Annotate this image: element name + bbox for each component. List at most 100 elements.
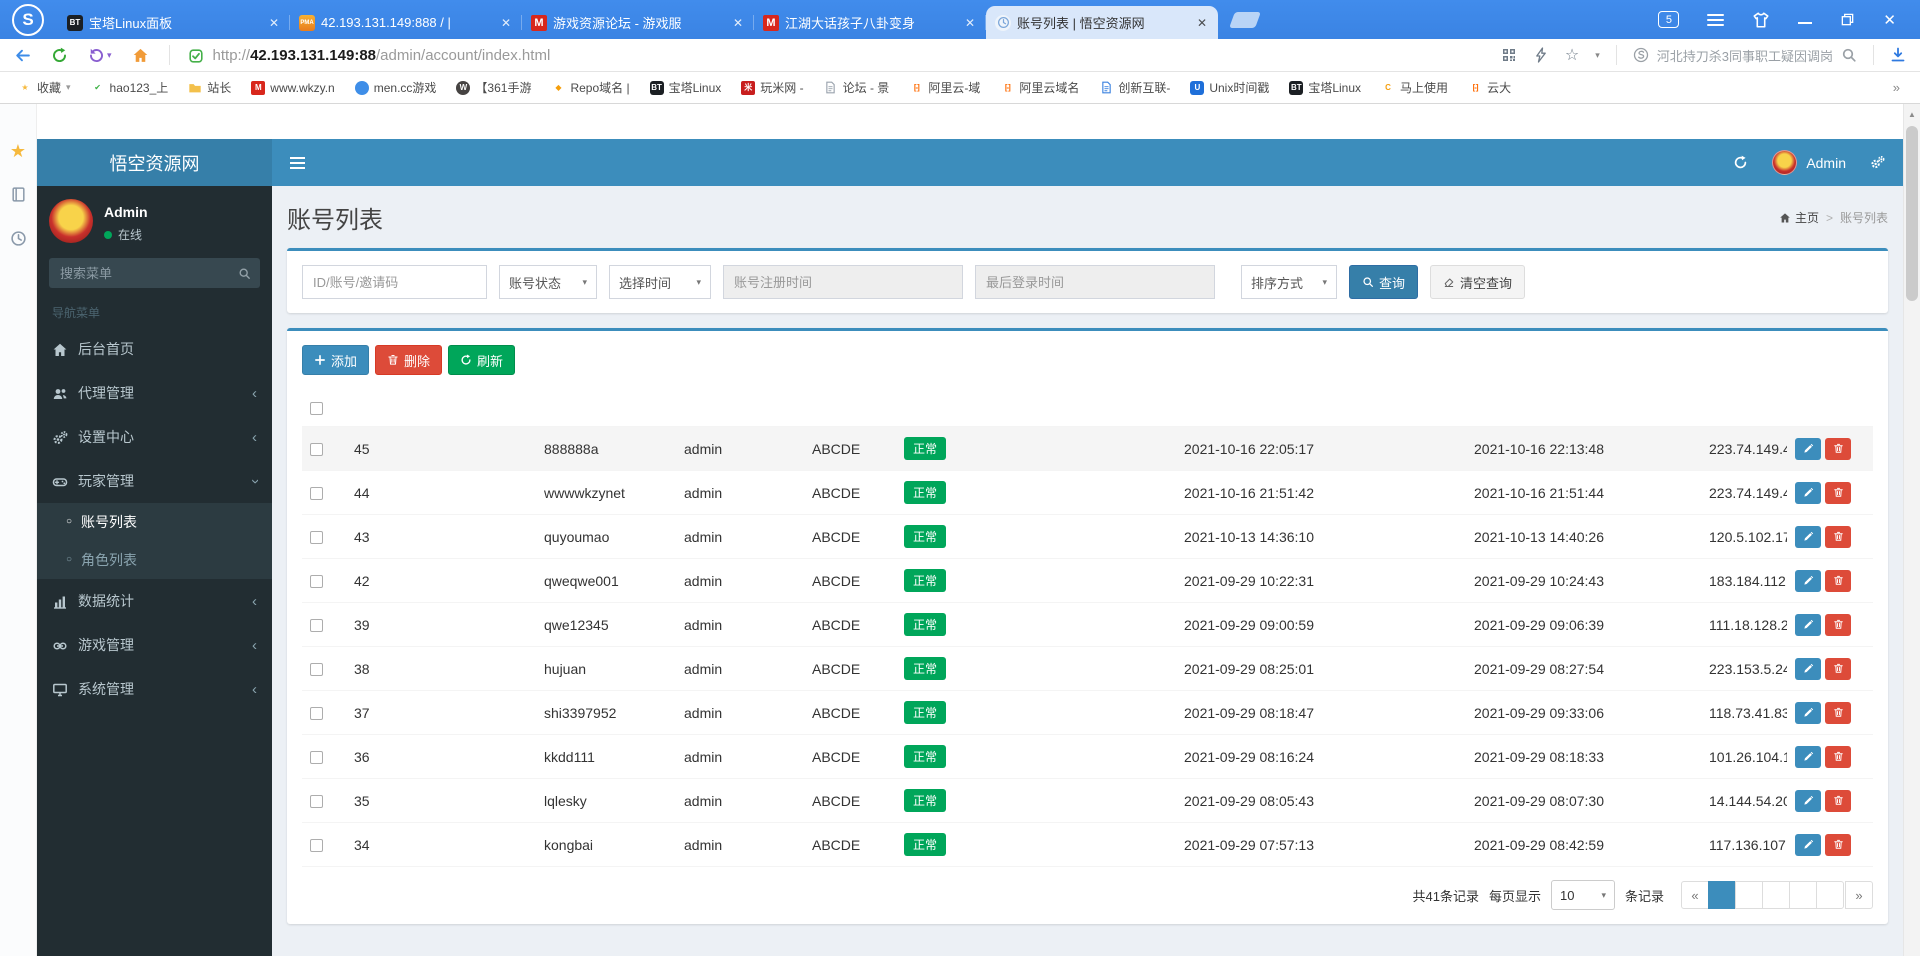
bookmark-star-icon[interactable] <box>1565 45 1579 65</box>
browser-tab[interactable]: BT 宝塔Linux面板 <box>58 6 290 39</box>
user-menu[interactable]: Admin <box>1772 150 1846 175</box>
favorites-star-icon[interactable] <box>10 142 26 160</box>
clear-query-button[interactable]: 清空查询 <box>1430 265 1525 299</box>
row-checkbox[interactable] <box>310 443 323 456</box>
bookmark-item[interactable]: men.cc游戏 <box>345 76 447 99</box>
sidebar-menu-link[interactable]: 游戏管理 <box>37 623 272 667</box>
table-row[interactable]: 45 888888a admin ABCDE 正常 2021-10-16 22:… <box>302 427 1873 471</box>
edit-button[interactable] <box>1795 746 1821 768</box>
tab-close-icon[interactable] <box>499 16 513 30</box>
vertical-scrollbar[interactable] <box>1903 104 1920 956</box>
sidebar-menu-link[interactable]: 后台首页 <box>37 327 272 371</box>
table-row[interactable]: 37 shi3397952 admin ABCDE 正常 2021-09-29 … <box>302 691 1873 735</box>
browser-menu-icon[interactable] <box>1707 14 1724 26</box>
sidebar-menu-link[interactable]: 数据统计 <box>37 579 272 623</box>
sidebar-toggle-icon[interactable] <box>272 157 323 169</box>
new-tab-button[interactable] <box>1229 12 1261 28</box>
browser-tab[interactable]: PMA 42.193.131.149:888 / | <box>290 6 522 39</box>
bookmark-item[interactable]: W 【361手游 <box>446 76 541 99</box>
sidebar-menu-item[interactable]: 游戏管理 <box>37 623 272 667</box>
qr-code-icon[interactable] <box>1501 47 1517 63</box>
back-icon[interactable] <box>14 47 31 64</box>
table-row[interactable]: 34 kongbai admin ABCDE 正常 2021-09-29 07:… <box>302 823 1873 867</box>
edit-button[interactable] <box>1795 658 1821 680</box>
bookmark-item[interactable]: [-] 云大 <box>1458 76 1521 99</box>
download-icon[interactable] <box>1890 47 1906 63</box>
refresh-icon[interactable] <box>1733 155 1748 170</box>
register-time-input[interactable] <box>723 265 963 299</box>
sidebar-menu-item[interactable]: 系统管理 <box>37 667 272 711</box>
sidebar-submenu-item[interactable]: 角色列表 <box>37 541 272 579</box>
page-button[interactable] <box>1816 881 1844 909</box>
bookmark-item[interactable]: ◆ Repo域名 | <box>541 76 639 99</box>
edit-button[interactable] <box>1795 570 1821 592</box>
restore-window-button[interactable] <box>1840 12 1855 27</box>
edit-button[interactable] <box>1795 702 1821 724</box>
gears-icon[interactable] <box>1870 155 1885 170</box>
bookmark-item[interactable]: BT 宝塔Linux <box>640 76 732 99</box>
row-checkbox[interactable] <box>310 663 323 676</box>
time-type-select[interactable]: 选择时间 <box>609 265 711 299</box>
row-checkbox[interactable] <box>310 487 323 500</box>
search-icon[interactable] <box>1841 47 1857 63</box>
sidebar-menu-link[interactable]: 玩家管理 <box>37 459 272 503</box>
search-box[interactable]: 河北持刀杀3同事职工疑因调岗 <box>1633 46 1857 65</box>
delete-button[interactable]: 删除 <box>375 345 442 375</box>
status-select[interactable]: 账号状态 <box>499 265 597 299</box>
sidebar-search-input[interactable] <box>49 258 228 288</box>
sidebar-menu-item[interactable]: 设置中心 <box>37 415 272 459</box>
row-checkbox[interactable] <box>310 795 323 808</box>
row-checkbox[interactable] <box>310 575 323 588</box>
page-button[interactable] <box>1762 881 1790 909</box>
minimize-button[interactable] <box>1798 22 1812 24</box>
row-checkbox[interactable] <box>310 839 323 852</box>
sogou-browser-logo[interactable]: S <box>12 4 44 36</box>
url-field[interactable]: http://42.193.131.149:88/admin/account/i… <box>182 46 1501 63</box>
page-button[interactable] <box>1708 881 1736 909</box>
bookmark-item[interactable]: 米 玩米网 - <box>731 76 813 99</box>
bookmark-item[interactable]: 论坛 - 景 <box>814 76 900 99</box>
table-row[interactable]: 35 lqlesky admin ABCDE 正常 2021-09-29 08:… <box>302 779 1873 823</box>
sidebar-menu-item[interactable]: 代理管理 <box>37 371 272 415</box>
bookmark-item[interactable]: ★ 收藏 <box>8 76 81 99</box>
browser-tab[interactable]: M 游戏资源论坛 - 游戏服 <box>522 6 754 39</box>
skin-tshirt-icon[interactable] <box>1752 11 1770 29</box>
tab-close-icon[interactable] <box>731 16 745 30</box>
prev-page-button[interactable]: « <box>1681 881 1709 909</box>
delete-row-button[interactable] <box>1825 614 1851 636</box>
edit-button[interactable] <box>1795 834 1821 856</box>
browser-tab[interactable]: 账号列表 | 悟空资源网 <box>986 6 1218 39</box>
download-count-badge[interactable]: 5 <box>1658 11 1679 28</box>
close-window-button[interactable] <box>1883 11 1896 29</box>
sidebar-menu-link[interactable]: 设置中心 <box>37 415 272 459</box>
bookmark-item[interactable]: BT 宝塔Linux <box>1279 76 1371 99</box>
delete-row-button[interactable] <box>1825 746 1851 768</box>
table-row[interactable]: 44 wwwwkzynet admin ABCDE 正常 2021-10-16 … <box>302 471 1873 515</box>
browser-tab[interactable]: M 江湖大话孩子八卦变身 <box>754 6 986 39</box>
row-checkbox[interactable] <box>310 707 323 720</box>
tab-close-icon[interactable] <box>267 16 281 30</box>
table-row[interactable]: 38 hujuan admin ABCDE 正常 2021-09-29 08:2… <box>302 647 1873 691</box>
app-logo[interactable]: 悟空资源网 <box>37 139 272 186</box>
table-row[interactable]: 43 quyoumao admin ABCDE 正常 2021-10-13 14… <box>302 515 1873 559</box>
bookmark-item[interactable]: 创新互联- <box>1089 76 1180 99</box>
home-icon[interactable] <box>132 47 149 64</box>
edit-button[interactable] <box>1795 482 1821 504</box>
edit-button[interactable] <box>1795 438 1821 460</box>
edit-button[interactable] <box>1795 790 1821 812</box>
search-icon[interactable] <box>228 258 260 288</box>
sort-select[interactable]: 排序方式 <box>1241 265 1337 299</box>
breadcrumb-home-link[interactable]: 主页 <box>1779 209 1819 226</box>
bookmark-item[interactable]: U Unix时间戳 <box>1180 76 1279 99</box>
sidebar-menu-link[interactable]: 系统管理 <box>37 667 272 711</box>
delete-row-button[interactable] <box>1825 482 1851 504</box>
row-checkbox[interactable] <box>310 531 323 544</box>
history-clock-icon[interactable] <box>10 230 27 248</box>
table-row[interactable]: 39 qwe12345 admin ABCDE 正常 2021-09-29 09… <box>302 603 1873 647</box>
last-login-time-input[interactable] <box>975 265 1215 299</box>
delete-row-button[interactable] <box>1825 702 1851 724</box>
delete-row-button[interactable] <box>1825 438 1851 460</box>
bookmark-item[interactable]: ✔ hao123_上 <box>81 76 179 99</box>
bookmark-item[interactable]: [-] 阿里云-域 <box>899 76 990 99</box>
sidebar-menu-item[interactable]: 玩家管理 账号列表 <box>37 459 272 579</box>
